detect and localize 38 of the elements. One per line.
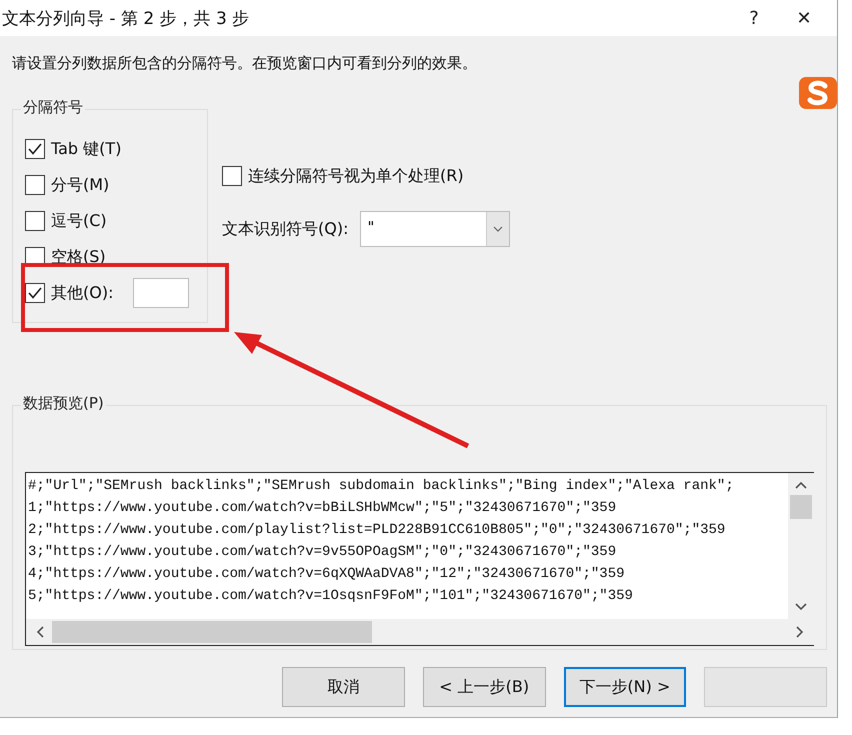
instruction-text: 请设置分列数据所包含的分隔符号。在预览窗口内可看到分列的效果。 bbox=[12, 54, 478, 73]
preview-line: 4;"https://www.youtube.com/watch?v=6qXQWAaDVA8";"12";"32430671670";"359 bbox=[28, 565, 626, 584]
checkbox[interactable] bbox=[25, 283, 45, 303]
scrollbar-thumb[interactable] bbox=[52, 621, 372, 643]
checkbox-label[interactable]: 其他(O): bbox=[51, 282, 114, 304]
checkbox[interactable] bbox=[25, 139, 45, 159]
help-button[interactable]: ? bbox=[729, 0, 779, 36]
preview-line: 2;"https://www.youtube.com/playlist?list=PLD228B91CC610B805";"0";"32430671670";"359 bbox=[28, 521, 726, 540]
preview-line: 5;"https://www.youtube.com/watch?v=1OsqsnF9FoM";"101";"32430671670";"359 bbox=[28, 587, 634, 606]
dialog-button[interactable]: 取消 bbox=[282, 667, 405, 707]
checkbox-label[interactable]: 逗号(C) bbox=[51, 210, 107, 232]
checkbox[interactable] bbox=[25, 211, 45, 231]
qualifier-dropdown[interactable]: " bbox=[360, 211, 510, 247]
preview-line: 1;"https://www.youtube.com/watch?v=bBiLSHbWMcw";"5";"32430671670";"359 bbox=[28, 499, 618, 518]
close-button[interactable]: ✕ bbox=[779, 0, 829, 36]
scroll-down-icon[interactable] bbox=[795, 603, 807, 611]
scroll-right-icon[interactable] bbox=[796, 626, 804, 638]
ime-icon[interactable] bbox=[798, 75, 838, 111]
horizontal-scrollbar[interactable] bbox=[26, 619, 814, 645]
dialog-button[interactable]: < 上一步(B) bbox=[422, 667, 546, 707]
checkbox-label[interactable]: 分号(M) bbox=[51, 174, 110, 196]
preview-line: #;"Url";"SEMrush backlinks";"SEMrush subdomain backlinks";"Bing index";"Alexa rank"; bbox=[28, 477, 735, 496]
input-field[interactable] bbox=[133, 278, 190, 308]
scroll-up-icon[interactable] bbox=[795, 481, 807, 489]
preview-line: 3;"https://www.youtube.com/watch?v=9v55OPOagSM";"0";"32430671670";"359 bbox=[28, 543, 618, 562]
checkbox-label[interactable]: Tab 键(T) bbox=[51, 138, 122, 160]
group-title: 数据预览(P) bbox=[21, 394, 106, 413]
field-label: 文本识别符号(Q): bbox=[222, 218, 348, 240]
caret-icon bbox=[493, 226, 504, 232]
dialog-button[interactable]: 下一步(N) > bbox=[564, 667, 686, 707]
checkbox-label[interactable]: 连续分隔符号视为单个处理(R) bbox=[248, 166, 464, 186]
checkbox-label[interactable]: 空格(S) bbox=[51, 246, 106, 268]
checkbox[interactable] bbox=[25, 175, 45, 195]
window-title: 文本分列向导 - 第 2 步，共 3 步 bbox=[1, 8, 250, 30]
scroll-left-icon[interactable] bbox=[36, 626, 44, 638]
checkbox[interactable] bbox=[222, 166, 242, 186]
group-title: 分隔符号 bbox=[21, 98, 85, 117]
scrollbar-thumb[interactable] bbox=[790, 495, 812, 519]
